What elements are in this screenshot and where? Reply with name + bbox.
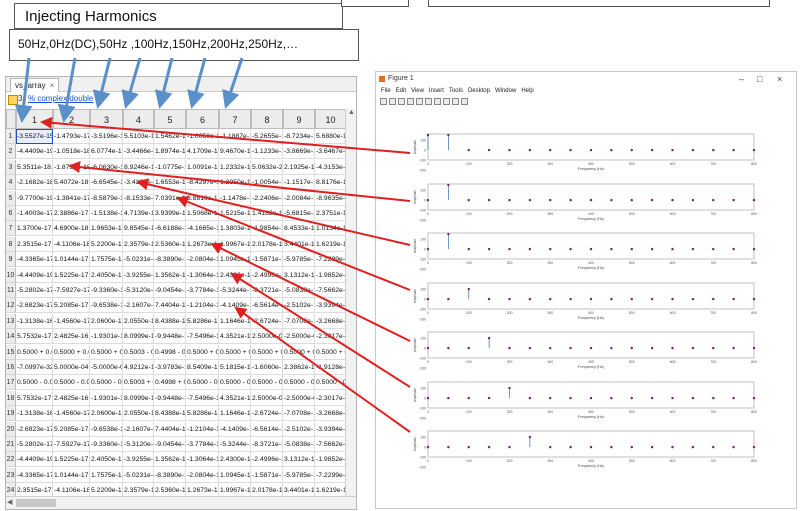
- callout-arrow: [121, 57, 142, 109]
- mapping-arrow: [40, 116, 411, 154]
- callout-arrow: [154, 57, 174, 109]
- callout-arrow: [92, 57, 112, 109]
- callout-arrow: [57, 57, 77, 123]
- mapping-arrow: [68, 161, 411, 202]
- callout-arrow: [187, 57, 207, 109]
- annotation-arrows: [14, 57, 411, 433]
- mapping-arrow: [210, 243, 411, 342]
- mapping-arrow: [230, 272, 411, 388]
- callout-arrow: [222, 57, 244, 109]
- callout-arrow: [14, 57, 33, 123]
